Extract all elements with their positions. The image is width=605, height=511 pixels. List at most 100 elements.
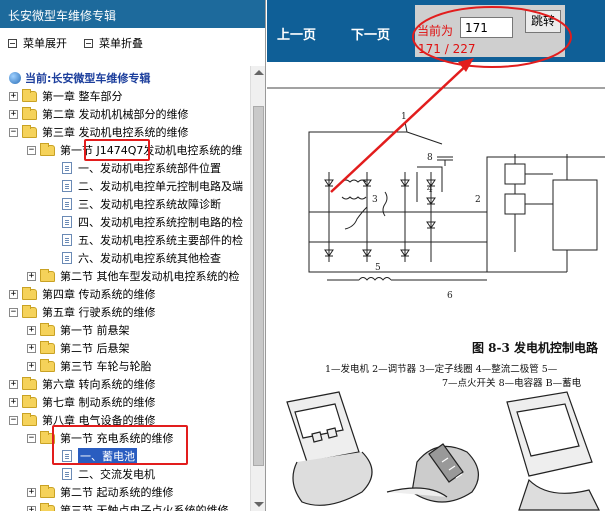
folder-icon <box>40 358 55 372</box>
tree-item-label: 第二章 发动机机械部分的维修 <box>42 108 189 121</box>
tree-scrollbar[interactable] <box>250 66 265 511</box>
menu-panel: 长安微型车维修专辑 菜单展开 菜单折叠 当前:长安微型车维修专辑 + 第一章 整… <box>0 0 266 511</box>
menu-toolbar: 菜单展开 菜单折叠 <box>0 30 250 52</box>
collapse-icon[interactable]: − <box>27 433 36 443</box>
tree-item-chapter-2[interactable]: + 第二章 发动机机械部分的维修 <box>9 105 189 123</box>
expand-icon[interactable]: + <box>9 109 18 119</box>
generator-control-circuit-figure: 1 8 3 4 2 5 6 图 8-3 发电机控制电路 1—发电机 2—调节器 … <box>267 87 605 511</box>
expand-icon[interactable]: + <box>27 271 36 281</box>
figure-label: 6 <box>447 291 453 301</box>
tree-root[interactable]: 当前:长安微型车维修专辑 <box>9 69 150 87</box>
document-icon <box>62 468 72 480</box>
collapse-icon[interactable]: − <box>27 145 36 155</box>
folder-open-icon <box>22 412 37 426</box>
tree-item-doc[interactable]: 二、发动机电控单元控制电路及端 <box>62 177 243 195</box>
figure-legend-line-2: 7—点火开关 8—电容器 B—蓄电 <box>442 377 582 389</box>
document-viewer: 上一页 下一页 当前为 171 / 227 跳转 <box>267 0 605 511</box>
tree-item-label: 二、交流发电机 <box>78 468 155 481</box>
figure-label: 1 <box>401 112 407 122</box>
expand-icon[interactable]: + <box>9 91 18 101</box>
tree-item-section[interactable]: + 第二节 起动系统的维修 <box>27 483 174 501</box>
collapse-icon[interactable]: − <box>9 307 18 317</box>
document-icon <box>62 216 72 228</box>
expand-icon[interactable]: + <box>27 505 36 511</box>
scroll-down-icon[interactable] <box>254 502 264 507</box>
folder-icon <box>22 106 37 120</box>
tree-item-doc[interactable]: 一、发动机电控系统部件位置 <box>62 159 221 177</box>
figure-label: 3 <box>372 195 378 205</box>
figure-label: 5 <box>375 263 381 273</box>
tree-item-section[interactable]: + 第二节 其他车型发动机电控系统的检 <box>27 267 240 285</box>
expand-icon[interactable]: + <box>27 343 36 353</box>
next-page-button[interactable]: 下一页 <box>351 24 390 43</box>
folder-open-icon <box>22 124 37 138</box>
page-count: 171 / 227 <box>418 42 476 56</box>
sidebar-title: 长安微型车维修专辑 <box>0 0 265 28</box>
tree-item-chapter-6[interactable]: + 第六章 转向系统的维修 <box>9 375 156 393</box>
document-icon <box>62 180 72 192</box>
folder-icon <box>40 322 55 336</box>
tree-item-section[interactable]: + 第一节 前悬架 <box>27 321 130 339</box>
tree-item-label: 第四章 传动系统的维修 <box>42 288 156 301</box>
annotation-highlight-box <box>84 139 150 161</box>
figure-caption: 图 8-3 发电机控制电路 <box>472 340 599 355</box>
tree-item-label: 第五章 行驶系统的维修 <box>42 306 156 319</box>
collapse-icon[interactable]: − <box>9 415 18 425</box>
expand-icon[interactable]: + <box>27 487 36 497</box>
collapse-all-label: 菜单折叠 <box>99 37 143 50</box>
folder-icon <box>22 286 37 300</box>
tree-item-label: 第二节 起动系统的维修 <box>60 486 174 499</box>
jump-button[interactable]: 跳转 <box>525 10 561 33</box>
folder-icon <box>22 376 37 390</box>
expand-icon[interactable]: + <box>27 361 36 371</box>
expand-icon[interactable]: + <box>9 289 18 299</box>
folder-icon <box>40 502 55 511</box>
scanned-page: 1 8 3 4 2 5 6 图 8-3 发电机控制电路 1—发电机 2—调节器 … <box>267 62 605 511</box>
tree-item-section[interactable]: + 第二节 后悬架 <box>27 339 130 357</box>
expand-icon[interactable]: + <box>27 325 36 335</box>
folder-icon <box>40 484 55 498</box>
figure-label: 8 <box>427 153 433 163</box>
folder-icon <box>40 268 55 282</box>
battery-tester-illustration <box>286 391 600 511</box>
document-icon <box>62 198 72 210</box>
scrollbar-thumb[interactable] <box>253 106 264 466</box>
tree-item-label: 第三章 发动机电控系统的维修 <box>42 126 189 139</box>
tree-item-label: 一、发动机电控系统部件位置 <box>78 162 221 175</box>
folder-open-icon <box>22 304 37 318</box>
expand-all-button[interactable]: 菜单展开 <box>8 35 67 51</box>
collapse-icon <box>84 38 93 48</box>
collapse-all-button[interactable]: 菜单折叠 <box>84 35 143 51</box>
globe-icon <box>9 72 21 84</box>
folder-icon <box>40 340 55 354</box>
tree-item-doc[interactable]: 五、发动机电控系统主要部件的检 <box>62 231 243 249</box>
folder-icon <box>22 394 37 408</box>
page-number-input[interactable] <box>460 17 513 38</box>
tree-item-label: 五、发动机电控系统主要部件的检 <box>78 234 243 247</box>
expand-icon[interactable]: + <box>9 397 18 407</box>
scroll-up-icon[interactable] <box>254 70 264 75</box>
tree-item-label: 第七章 制动系统的维修 <box>42 396 156 409</box>
expand-icon <box>8 38 17 48</box>
document-icon <box>62 252 72 264</box>
page-navigation-bar: 上一页 下一页 当前为 171 / 227 跳转 <box>267 0 605 62</box>
prev-page-button[interactable]: 上一页 <box>277 24 316 43</box>
tree-item-section[interactable]: + 第三节 车轮与轮胎 <box>27 357 152 375</box>
figure-label: 2 <box>475 195 481 205</box>
tree-item-chapter-4[interactable]: + 第四章 传动系统的维修 <box>9 285 156 303</box>
expand-all-label: 菜单展开 <box>23 37 67 50</box>
tree-item-section[interactable]: + 第三节 无触点电子点火系统的维修 <box>27 501 229 511</box>
tree-item-doc[interactable]: 三、发动机电控系统故障诊断 <box>62 195 221 213</box>
tree-item-label: 六、发动机电控系统其他检查 <box>78 252 221 265</box>
tree-root-label: 当前:长安微型车维修专辑 <box>25 72 151 85</box>
tree-item-doc[interactable]: 四、发动机电控系统控制电路的检 <box>62 213 243 231</box>
tree-item-chapter-1[interactable]: + 第一章 整车部分 <box>9 87 123 105</box>
tree-item-doc[interactable]: 二、交流发电机 <box>62 465 155 483</box>
tree-item-chapter-7[interactable]: + 第七章 制动系统的维修 <box>9 393 156 411</box>
tree-item-label: 第三节 车轮与轮胎 <box>60 360 152 373</box>
collapse-icon[interactable]: − <box>9 127 18 137</box>
tree-item-chapter-5[interactable]: − 第五章 行驶系统的维修 <box>9 303 156 321</box>
tree-item-label: 第一节 前悬架 <box>60 324 130 337</box>
tree-item-doc[interactable]: 六、发动机电控系统其他检查 <box>62 249 221 267</box>
expand-icon[interactable]: + <box>9 379 18 389</box>
